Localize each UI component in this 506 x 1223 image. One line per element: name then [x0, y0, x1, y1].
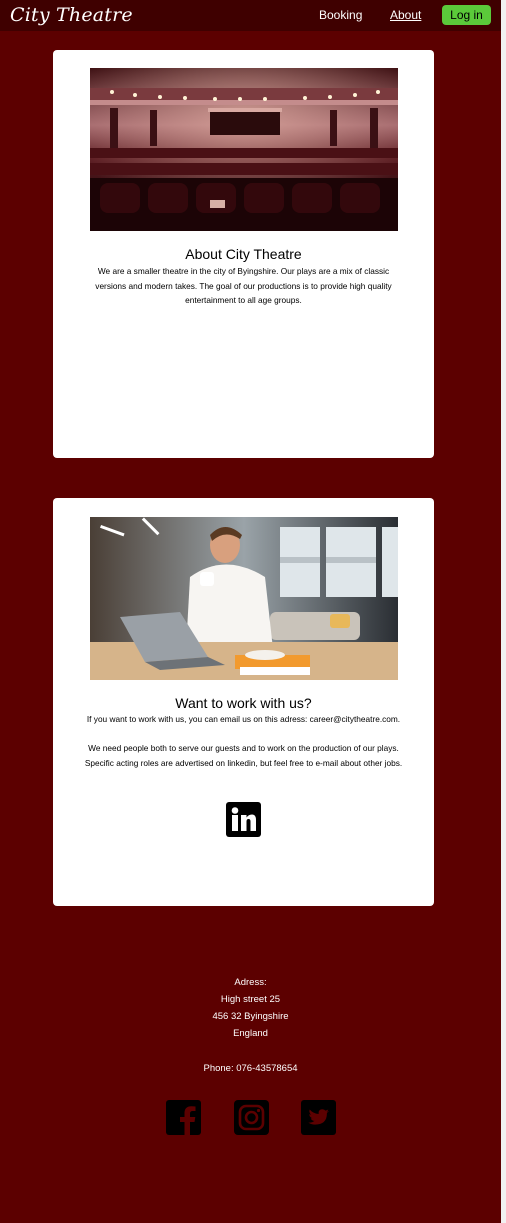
footer-city: 456 32 Byingshire: [212, 1011, 289, 1022]
work-title: Want to work with us?: [175, 695, 312, 711]
linkedin-icon[interactable]: [226, 802, 261, 837]
footer-address-label: Adress:: [234, 977, 267, 988]
nav-link-about[interactable]: About: [390, 8, 421, 22]
nav-link-booking[interactable]: Booking: [319, 8, 362, 22]
site-logo[interactable]: City Theatre: [10, 4, 133, 26]
page-background: City Theatre Booking About Log in About …: [0, 0, 501, 1223]
footer-phone: Phone: 076-43578654: [203, 1063, 298, 1074]
work-roles-text: We need people both to serve our guests …: [84, 743, 403, 768]
work-with-us-card: Want to work with us? If you want to wor…: [53, 498, 434, 906]
footer-street: High street 25: [220, 994, 281, 1005]
facebook-icon[interactable]: [166, 1100, 201, 1135]
work-email-text: If you want to work with us, you can ema…: [86, 714, 401, 724]
footer-country: England: [233, 1028, 268, 1039]
about-title: About City Theatre: [185, 246, 302, 262]
about-description: We are a smaller theatre in the city of …: [95, 266, 392, 305]
login-button[interactable]: Log in: [442, 5, 491, 25]
man-with-coffee-image: [90, 517, 398, 680]
instagram-icon[interactable]: [234, 1100, 269, 1135]
theatre-auditorium-image: [90, 68, 398, 231]
twitter-icon[interactable]: [301, 1100, 336, 1135]
about-card: About City Theatre We are a smaller thea…: [53, 50, 434, 458]
top-navbar: City Theatre Booking About Log in: [0, 0, 501, 31]
right-edge-strip: [501, 0, 506, 1223]
